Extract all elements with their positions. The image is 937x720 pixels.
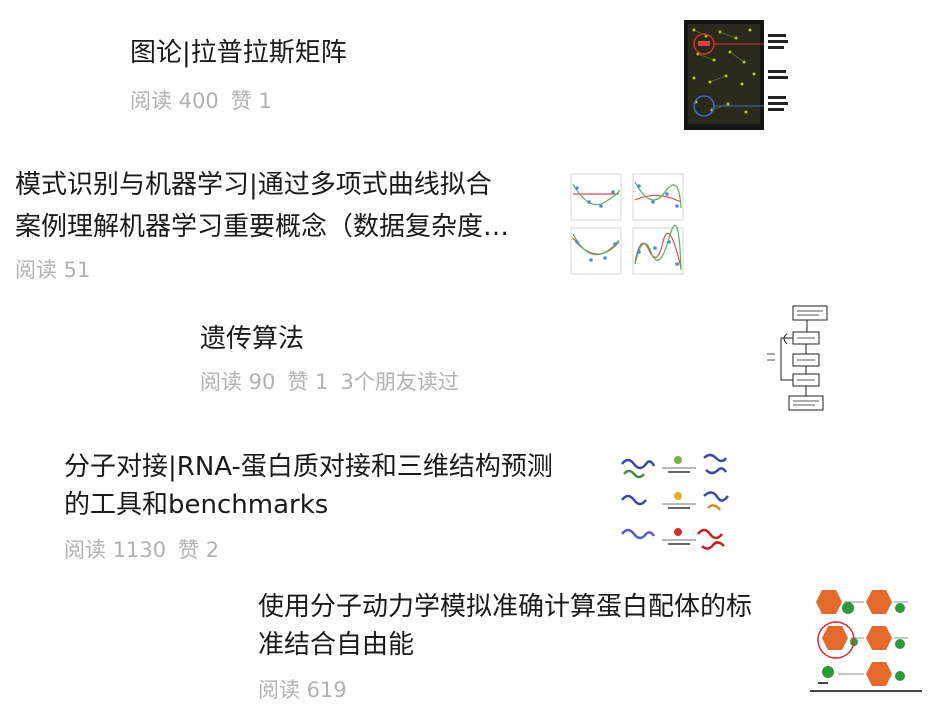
read-count: 阅读 90 [200,370,276,394]
like-count: 赞 1 [287,370,329,394]
article-thumbnail[interactable] [808,586,926,696]
article-thumbnail[interactable] [757,304,857,414]
article-title[interactable]: 遗传算法 [200,320,304,358]
article-title-line-2[interactable]: 准结合自由能 [258,626,414,664]
article-item[interactable]: 模式识别与机器学习|通过多项式曲线拟合 案例理解机器学习重要概念（数据复杂度… … [0,140,937,290]
article-meta: 阅读 90 赞 1 3个朋友读过 [200,368,471,396]
article-title[interactable]: 图论|拉普拉斯矩阵 [130,34,347,72]
article-meta: 阅读 51 [15,256,102,284]
article-meta: 阅读 1130 赞 2 [64,536,231,564]
article-thumbnail[interactable] [569,172,685,278]
like-count: 赞 2 [178,538,220,562]
article-thumbnail[interactable] [684,20,796,130]
article-title-line-1[interactable]: 使用分子动力学模拟准确计算蛋白配体的标 [258,588,752,626]
article-meta: 阅读 619 [258,676,359,704]
article-item[interactable]: 分子对接|RNA-蛋白质对接和三维结构预测 的工具和benchmarks 阅读 … [0,430,937,580]
article-item[interactable]: 遗传算法 阅读 90 赞 1 3个朋友读过 [0,290,937,430]
article-thumbnail[interactable] [618,450,732,558]
read-count: 阅读 400 [130,89,219,113]
article-item[interactable]: 使用分子动力学模拟准确计算蛋白配体的标 准结合自由能 阅读 619 [0,580,937,720]
read-count: 阅读 51 [15,258,91,282]
friends-read: 3个朋友读过 [340,370,459,394]
like-count: 赞 1 [230,89,272,113]
article-item[interactable]: 图论|拉普拉斯矩阵 阅读 400 赞 1 [0,0,937,140]
read-count: 阅读 619 [258,678,347,702]
article-title-line-1[interactable]: 模式识别与机器学习|通过多项式曲线拟合 [15,166,492,204]
article-title-line-1[interactable]: 分子对接|RNA-蛋白质对接和三维结构预测 [64,448,553,486]
article-meta: 阅读 400 赞 1 [130,87,284,115]
article-title-line-2[interactable]: 案例理解机器学习重要概念（数据复杂度… [15,208,509,246]
read-count: 阅读 1130 [64,538,167,562]
article-title-line-2[interactable]: 的工具和benchmarks [64,486,328,524]
